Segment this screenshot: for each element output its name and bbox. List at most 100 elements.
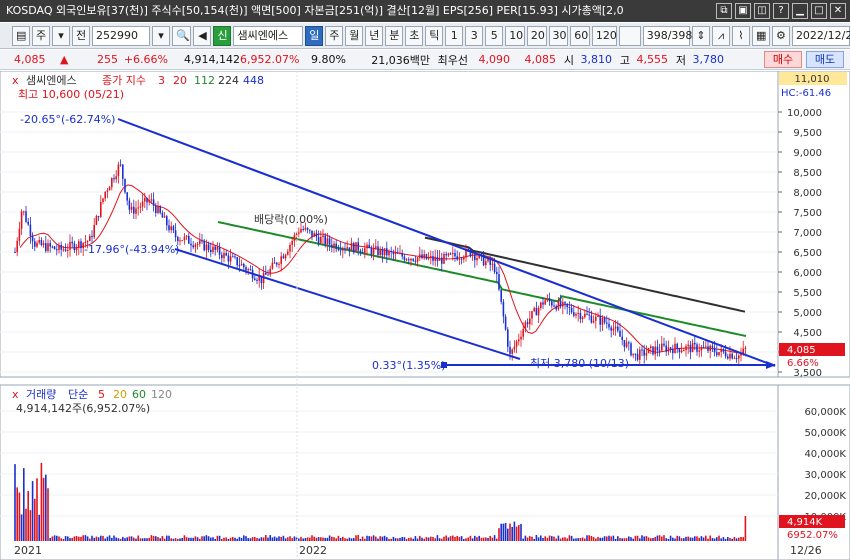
- candle-body: [302, 228, 304, 230]
- volume-bar: [465, 538, 467, 541]
- menu-icon[interactable]: ▤: [12, 25, 30, 46]
- volume-bar: [383, 535, 386, 541]
- volume-bar: [309, 537, 311, 541]
- chart-line-icon[interactable]: ⩘: [711, 25, 730, 46]
- interval-custom-input[interactable]: [619, 25, 641, 46]
- volume-bar: [471, 538, 474, 541]
- volume-bar: [575, 538, 577, 541]
- candle-body: [581, 317, 584, 319]
- candle-body: [51, 246, 54, 248]
- volume-bar: [326, 537, 329, 541]
- window-icon[interactable]: ▣: [735, 3, 751, 19]
- save-icon[interactable]: ▦: [751, 25, 770, 46]
- code-dropdown-icon[interactable]: ▾: [152, 25, 171, 46]
- candle-body: [234, 256, 236, 258]
- candle-body: [496, 271, 498, 275]
- candle-body: [432, 256, 434, 261]
- candle-body: [445, 253, 447, 256]
- interval-5[interactable]: 5: [485, 25, 504, 46]
- volume-bar: [654, 536, 656, 541]
- minimize-icon[interactable]: ▁: [792, 3, 808, 19]
- candle-body: [727, 356, 729, 359]
- search-icon[interactable]: 🔍: [172, 25, 192, 46]
- interval-10[interactable]: 10: [505, 25, 525, 46]
- volume-bar: [542, 537, 544, 541]
- volume-close-icon[interactable]: x: [12, 388, 19, 401]
- tab-monthly[interactable]: 월: [345, 25, 364, 46]
- candle-body: [256, 279, 258, 281]
- tile-icon[interactable]: ◫: [754, 3, 770, 19]
- volume-bar: [702, 537, 705, 541]
- dividend-label: 배당락(0.00%): [254, 213, 328, 226]
- candle-body: [86, 241, 89, 243]
- volume-bar: [610, 536, 612, 541]
- candle-body: [386, 248, 388, 256]
- candle-body: [337, 249, 340, 251]
- volume-bar: [86, 536, 89, 541]
- candle-body: [177, 237, 179, 242]
- candle-body: [553, 305, 555, 307]
- change-rate: +6.66%: [123, 53, 168, 66]
- help-icon[interactable]: ?: [773, 3, 789, 19]
- candle-body: [639, 349, 641, 360]
- time-axis-2022: 2022: [299, 544, 327, 557]
- volume-bar: [234, 537, 236, 541]
- maximize-icon[interactable]: □: [811, 3, 827, 19]
- volume-bar: [531, 536, 533, 541]
- period-select[interactable]: 주: [32, 25, 50, 46]
- tab-second[interactable]: 초: [405, 25, 424, 46]
- candle-body: [658, 350, 661, 352]
- volume-bar: [16, 487, 18, 541]
- candle-body: [192, 245, 194, 248]
- candle-body: [342, 248, 344, 251]
- interval-30[interactable]: 30: [548, 25, 569, 46]
- candle-body: [441, 257, 443, 264]
- candle-body: [542, 302, 544, 305]
- volume-bar: [170, 538, 172, 541]
- volume-bar: [269, 535, 271, 541]
- interval-1[interactable]: 1: [445, 25, 464, 46]
- candle-body: [392, 252, 395, 255]
- volume-bar: [419, 535, 421, 541]
- close-icon[interactable]: ✕: [830, 3, 846, 19]
- scroll-icon[interactable]: ⇕: [691, 25, 710, 46]
- volume-bar: [425, 537, 428, 541]
- best-ask: 4,090: [478, 53, 511, 66]
- candle-body: [148, 199, 150, 203]
- candle-body: [190, 243, 192, 246]
- date-input[interactable]: 2022/12/26: [791, 25, 850, 46]
- candle-body: [207, 244, 210, 250]
- sell-button[interactable]: 매도: [806, 51, 844, 68]
- dropdown-icon[interactable]: ▾: [52, 25, 70, 46]
- tab-tick[interactable]: 틱: [425, 25, 444, 46]
- candle-body: [458, 258, 461, 260]
- legend-close-icon[interactable]: x: [12, 74, 19, 87]
- volume-bar: [652, 538, 654, 541]
- sound-icon[interactable]: ◀: [193, 25, 212, 46]
- volume-bar: [667, 538, 670, 541]
- candle-body: [75, 247, 78, 251]
- settings-icon[interactable]: ⚙: [771, 25, 790, 46]
- link-icon[interactable]: ⧉: [716, 3, 732, 19]
- chart-type-icon[interactable]: ⌇: [731, 25, 750, 46]
- candle-body: [53, 246, 56, 250]
- interval-20[interactable]: 20: [526, 25, 547, 46]
- tab-minute[interactable]: 분: [385, 25, 404, 46]
- stock-code-input[interactable]: 252990: [92, 25, 151, 46]
- volume-bar: [106, 536, 109, 541]
- candle-body: [665, 345, 667, 352]
- tab-daily[interactable]: 일: [305, 25, 324, 46]
- candle-body: [650, 346, 652, 349]
- volume-bar: [280, 536, 282, 541]
- page-counter: 398/398: [642, 25, 692, 46]
- jeon-button[interactable]: 전: [72, 25, 90, 46]
- volume-bar: [524, 535, 527, 541]
- buy-button[interactable]: 매수: [764, 51, 802, 68]
- interval-120[interactable]: 120: [591, 25, 618, 46]
- tab-weekly[interactable]: 주: [325, 25, 344, 46]
- volume-bar: [328, 535, 331, 541]
- tab-yearly[interactable]: 년: [365, 25, 384, 46]
- interval-3[interactable]: 3: [465, 25, 484, 46]
- interval-60[interactable]: 60: [570, 25, 590, 46]
- stock-chart[interactable]: 10,000 9,500 9,000 8,500 8,000 7,500 7,000 6,50…: [0, 71, 850, 560]
